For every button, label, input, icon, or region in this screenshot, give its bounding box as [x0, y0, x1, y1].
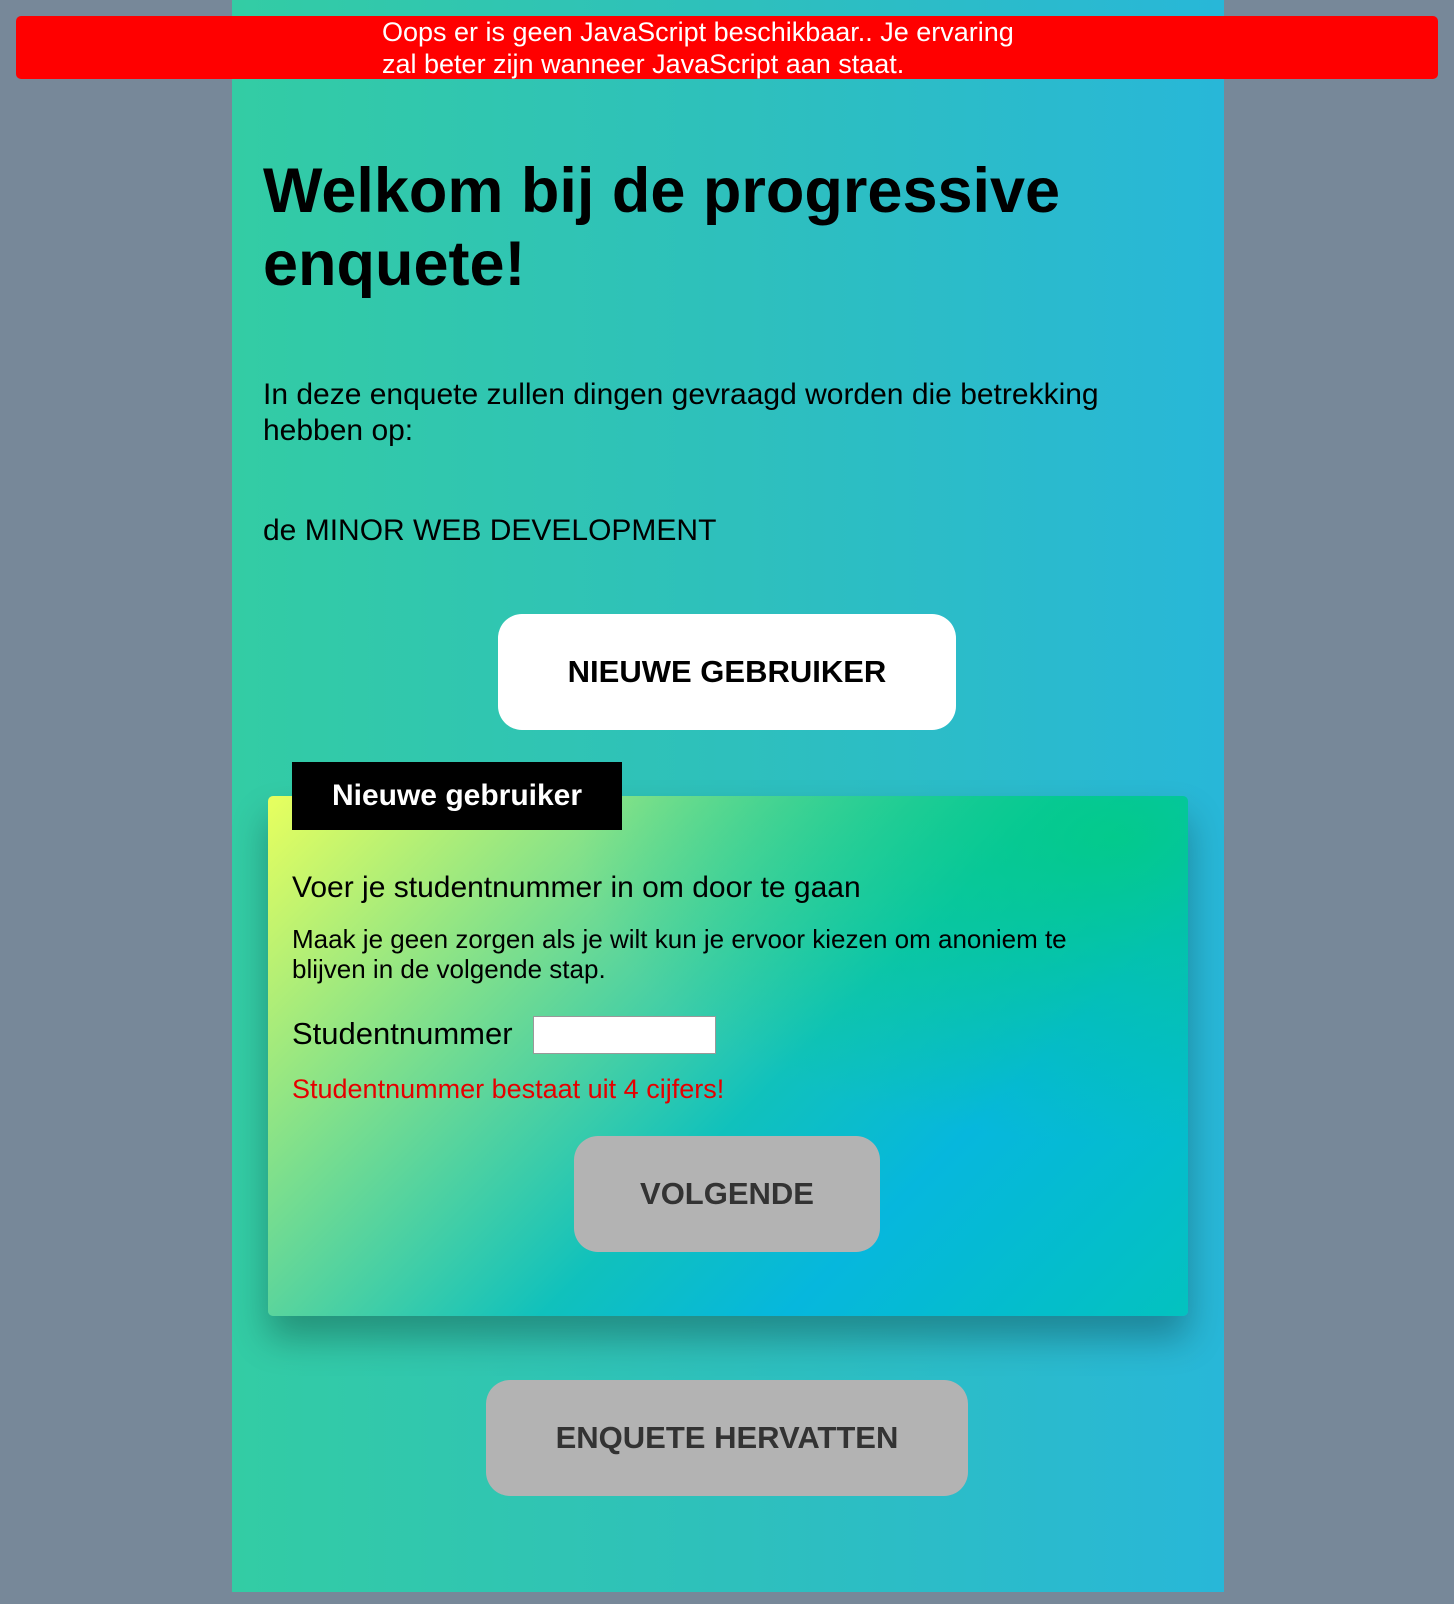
student-number-input[interactable] — [533, 1016, 716, 1054]
banner-message: Oops er is geen JavaScript beschikbaar..… — [382, 16, 1082, 80]
page-title: Welkom bij de progressive enquete! — [263, 156, 1061, 299]
form-heading: Voer je studentnummer in om door te gaan — [292, 871, 861, 904]
banner-line-2: zal beter zijn wanneer JavaScript aan st… — [382, 49, 905, 79]
student-number-error: Studentnummer bestaat uit 4 cijfers! — [292, 1074, 725, 1104]
next-button[interactable]: VOLGENDE — [574, 1136, 880, 1252]
student-number-label: Studentnummer — [292, 1016, 513, 1051]
form-legend: Nieuwe gebruiker — [292, 762, 622, 830]
new-user-form: Voer je studentnummer in om door te gaan… — [268, 796, 1188, 1316]
main-content: Welkom bij de progressive enquete! In de… — [232, 0, 1224, 1592]
no-javascript-banner: Oops er is geen JavaScript beschikbaar..… — [16, 16, 1438, 79]
resume-survey-button[interactable]: ENQUETE HERVATTEN — [486, 1380, 968, 1496]
new-user-button[interactable]: NIEUWE GEBRUIKER — [498, 614, 956, 730]
banner-line-1: Oops er is geen JavaScript beschikbaar..… — [382, 17, 1014, 47]
form-description: Maak je geen zorgen als je wilt kun je e… — [292, 924, 1067, 984]
topic-text: de MINOR WEB DEVELOPMENT — [263, 514, 717, 547]
intro-text: In deze enquete zullen dingen gevraagd w… — [263, 378, 1099, 447]
